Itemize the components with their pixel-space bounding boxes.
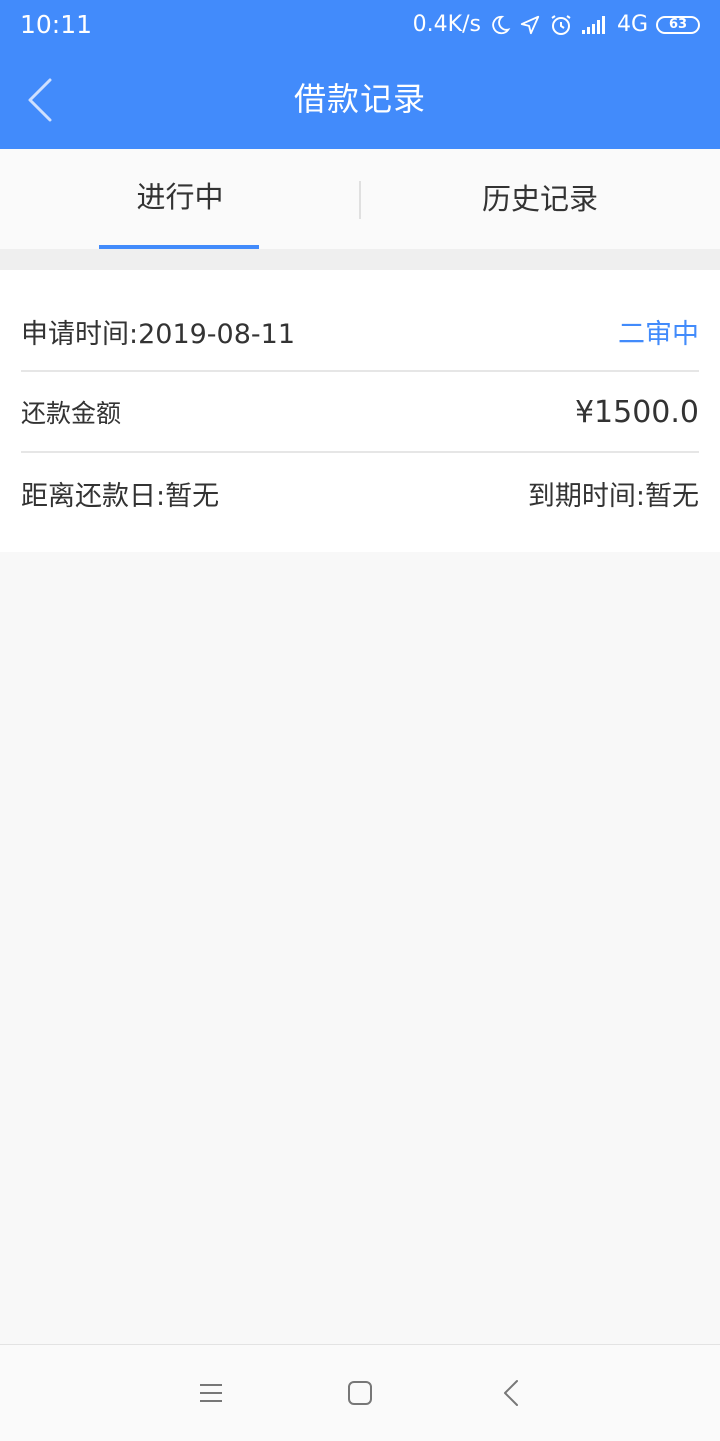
system-nav-bar — [0, 1344, 720, 1441]
app-header: 借款记录 — [0, 50, 720, 149]
status-bar: 10:11 0.4K/s 4G 63 — [0, 0, 720, 50]
menu-icon — [200, 1384, 222, 1402]
tab-divider — [359, 181, 361, 219]
tab-in-progress[interactable]: 进行中 — [0, 149, 360, 249]
network-type: 4G — [616, 12, 648, 37]
signal-icon — [581, 15, 609, 35]
tab-label: 历史记录 — [481, 182, 598, 216]
record-row-apply: 申请时间:2019-08-11 二审中 — [21, 291, 699, 371]
menu-button[interactable] — [193, 1375, 229, 1411]
square-icon — [348, 1381, 372, 1405]
tab-label: 进行中 — [136, 180, 224, 214]
loan-record-card[interactable]: 申请时间:2019-08-11 二审中 还款金额 ¥1500.0 距离还款日:暂… — [0, 270, 720, 552]
section-gap — [0, 249, 720, 270]
tab-history[interactable]: 历史记录 — [360, 149, 720, 249]
battery-icon: 63 — [656, 16, 700, 34]
record-row-amount: 还款金额 ¥1500.0 — [21, 372, 699, 452]
nav-back-button[interactable] — [494, 1375, 530, 1411]
repay-amount-label: 还款金额 — [21, 399, 122, 428]
chevron-left-icon — [504, 1380, 518, 1406]
location-icon — [519, 14, 541, 36]
home-button[interactable] — [342, 1375, 378, 1411]
net-speed: 0.4K/s — [412, 12, 481, 37]
repay-amount-value: ¥1500.0 — [574, 394, 699, 430]
status-badge: 二审中 — [618, 318, 699, 350]
days-to-repay: 距离还款日:暂无 — [21, 480, 220, 512]
record-row-due: 距离还款日:暂无 到期时间:暂无 — [21, 453, 699, 533]
status-time: 10:11 — [20, 10, 93, 39]
alarm-icon — [549, 13, 573, 37]
due-time: 到期时间:暂无 — [527, 480, 699, 512]
status-icons: 0.4K/s 4G 63 — [413, 10, 700, 40]
apply-time: 申请时间:2019-08-11 — [21, 318, 296, 350]
page-title: 借款记录 — [293, 80, 426, 118]
moon-icon — [489, 14, 511, 36]
